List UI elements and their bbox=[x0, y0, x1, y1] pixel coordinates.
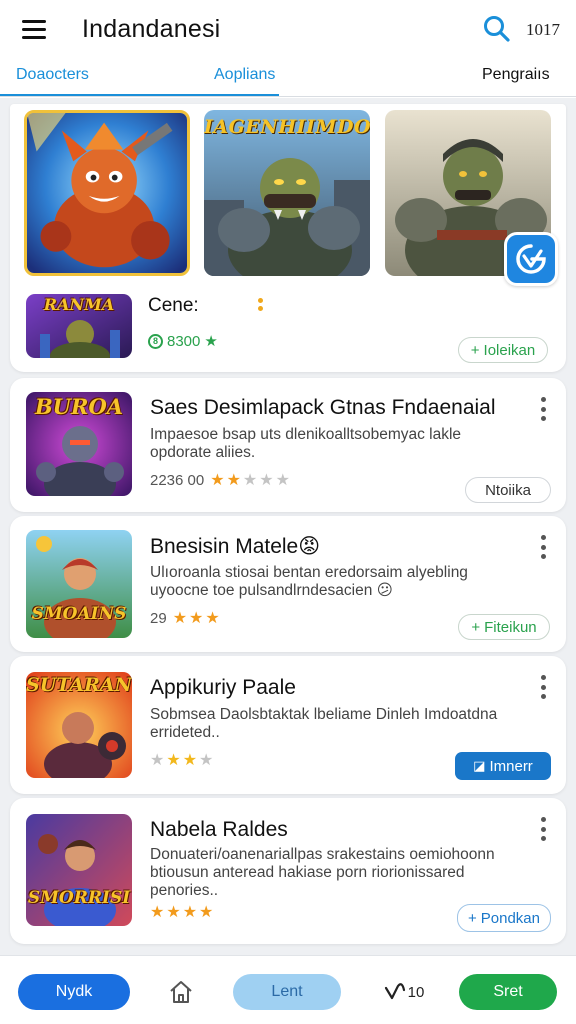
list-item-thumb: SUTARAN bbox=[26, 672, 132, 778]
hamburger-menu-icon[interactable] bbox=[22, 14, 52, 44]
star-rating: ★ ★ ★ ★ bbox=[150, 750, 213, 770]
list-item-thumb-caption: SMOAINS bbox=[31, 604, 127, 624]
tab-aoplians[interactable]: Aoplians bbox=[214, 66, 275, 84]
star-icon: ★ bbox=[210, 472, 225, 489]
list-item-thumb: SMOAINS bbox=[26, 530, 132, 638]
featured-action-label: Ioleikan bbox=[483, 341, 536, 359]
green-star-icon: ★ bbox=[204, 333, 218, 350]
list-item-action-button[interactable]: + Fiteikun bbox=[458, 614, 550, 640]
more-options-icon[interactable] bbox=[538, 675, 548, 699]
tab-pengraiis[interactable]: Pengraiıs bbox=[482, 66, 550, 84]
check-wave-icon bbox=[384, 983, 405, 1000]
star-icon: ★ bbox=[182, 904, 198, 921]
star-icon: ★ bbox=[275, 472, 290, 489]
star-rating: ★ ★ ★ ★ bbox=[150, 902, 213, 922]
more-options-icon[interactable] bbox=[538, 817, 548, 841]
nav-badge-label: 10 bbox=[407, 983, 425, 1001]
list-item-thumb-caption: SUTARAN bbox=[26, 674, 132, 696]
list-item[interactable]: SUTARAN Appikuriy Paale Sobmsea Daolsbta… bbox=[10, 656, 566, 794]
top-app-bar: Indandanesi 1017 bbox=[0, 0, 576, 58]
featured-app-thumb[interactable]: RANMA bbox=[26, 294, 132, 358]
list-item[interactable]: BUROA Saes Desimlapack Gtnas Fndaenaial … bbox=[10, 378, 566, 512]
star-icon: ★ bbox=[166, 904, 181, 921]
list-item-action-label: Imnerr bbox=[489, 757, 533, 775]
featured-game-2[interactable]: IAGENHIIMDORI bbox=[204, 110, 370, 276]
featured-app-thumb-caption: RANMA bbox=[43, 295, 115, 314]
list-item-title: Saes Desimlapack Gtnas Fndaenaial bbox=[150, 396, 496, 419]
nav-button-sret[interactable]: Sret bbox=[459, 974, 557, 1010]
star-icon: ★ bbox=[150, 752, 165, 769]
featured-rating-value: 8300 bbox=[167, 332, 201, 350]
star-icon: ★ bbox=[242, 472, 258, 489]
game-art-fighter bbox=[26, 814, 132, 926]
list-item-description: Impaesoe bsap uts dlenikoalltsobemyac la… bbox=[150, 426, 462, 461]
status-dots-icon bbox=[258, 298, 264, 314]
plus-icon: + bbox=[468, 909, 477, 927]
list-item-downloads: 2236 00 bbox=[150, 471, 205, 489]
game-art-fire-monster bbox=[27, 113, 187, 273]
list-item-action-label: Fiteikun bbox=[484, 618, 537, 636]
nav-button-nydk[interactable]: Nydk bbox=[18, 974, 130, 1010]
list-item-description: Donuateri/oanenariallpas srakestains oem… bbox=[150, 846, 495, 899]
featured-card: IAGENHIIMDORI RANMA Cene: 8 8300 bbox=[10, 104, 566, 372]
featured-app-rating: 8 8300 ★ bbox=[148, 332, 218, 350]
featured-app-name: Cene: bbox=[148, 295, 199, 316]
star-icon: ★ bbox=[199, 904, 214, 921]
star-icon: ★ bbox=[150, 904, 165, 921]
star-icon: ★ bbox=[205, 610, 220, 627]
list-item-title: Nabela Raldes bbox=[150, 818, 288, 841]
plus-icon: + bbox=[470, 341, 480, 359]
star-rating: ★ ★ ★ bbox=[173, 608, 220, 628]
list-item[interactable]: SMORRISI Nabela Raldes Donuateri/oanenar… bbox=[10, 798, 566, 944]
list-item-meta: ★ ★ ★ ★ bbox=[150, 750, 213, 770]
star-rating: ★ ★ ★ ★ ★ bbox=[210, 470, 290, 490]
list-item-description: Sobmsea Daolsbtaktak lbeliame Dinleh Imd… bbox=[150, 706, 498, 741]
more-options-icon[interactable] bbox=[538, 397, 548, 421]
featured-game-1[interactable] bbox=[24, 110, 190, 276]
list-item-description: Ulıoroanla stiosai bentan eredorsaim aly… bbox=[150, 564, 468, 599]
featured-game-2-caption: IAGENHIIMDORI bbox=[204, 116, 370, 138]
star-icon: ★ bbox=[259, 472, 274, 489]
list-item-thumb-caption: SMORRISI bbox=[27, 888, 131, 908]
more-options-icon[interactable] bbox=[538, 535, 548, 559]
list-item-action-label: Pondkan bbox=[480, 909, 540, 927]
header-counter[interactable]: 1017 bbox=[526, 20, 560, 40]
home-icon[interactable] bbox=[164, 974, 198, 1010]
app-title: Indandanesi bbox=[82, 14, 221, 43]
plus-icon: + bbox=[471, 618, 481, 636]
search-icon[interactable] bbox=[482, 14, 512, 44]
star-icon: ★ bbox=[182, 752, 198, 769]
list-item-meta: 29 ★ ★ ★ bbox=[150, 608, 220, 628]
list-item-action-button[interactable]: + Pondkan bbox=[457, 904, 551, 932]
list-item-meta: ★ ★ ★ ★ bbox=[150, 902, 213, 922]
nav-button-lent[interactable]: Lent bbox=[233, 974, 341, 1010]
tab-bar: Doaocters Aoplians Pengraiıs bbox=[0, 58, 576, 98]
list-item-meta: 2236 00 ★ ★ ★ ★ ★ bbox=[150, 470, 290, 490]
install-icon: ◪ bbox=[473, 758, 486, 773]
star-icon: ★ bbox=[226, 472, 241, 489]
star-icon: ★ bbox=[166, 752, 181, 769]
list-item-downloads: 29 bbox=[150, 609, 167, 627]
bottom-navigation: Nydk Lent 10 Sret bbox=[0, 955, 576, 1024]
nav-badge[interactable]: 10 bbox=[374, 974, 434, 1010]
star-icon: ★ bbox=[189, 610, 204, 627]
rating-ring-icon: 8 bbox=[148, 333, 163, 349]
list-item-thumb-caption: BUROA bbox=[34, 394, 124, 419]
list-item[interactable]: SMOAINS Bnesisin Matele😡 Ulıoroanla stio… bbox=[10, 516, 566, 652]
tab-doaocters[interactable]: Doaocters bbox=[16, 66, 89, 84]
list-item-thumb: SMORRISI bbox=[26, 814, 132, 926]
star-icon: ★ bbox=[199, 752, 214, 769]
list-item-action-button[interactable]: ◪ Imnerr bbox=[455, 752, 551, 780]
star-icon: ★ bbox=[172, 610, 188, 627]
list-item-thumb: BUROA bbox=[26, 392, 132, 496]
list-item-title: Appikuriy Paale bbox=[150, 676, 296, 699]
g-brand-icon[interactable] bbox=[504, 232, 558, 286]
list-item-title: Bnesisin Matele😡 bbox=[150, 535, 321, 558]
list-item-action-button[interactable]: Ntoiika bbox=[465, 477, 551, 503]
featured-action-button[interactable]: + Ioleikan bbox=[458, 337, 548, 363]
tab-divider bbox=[0, 96, 576, 97]
